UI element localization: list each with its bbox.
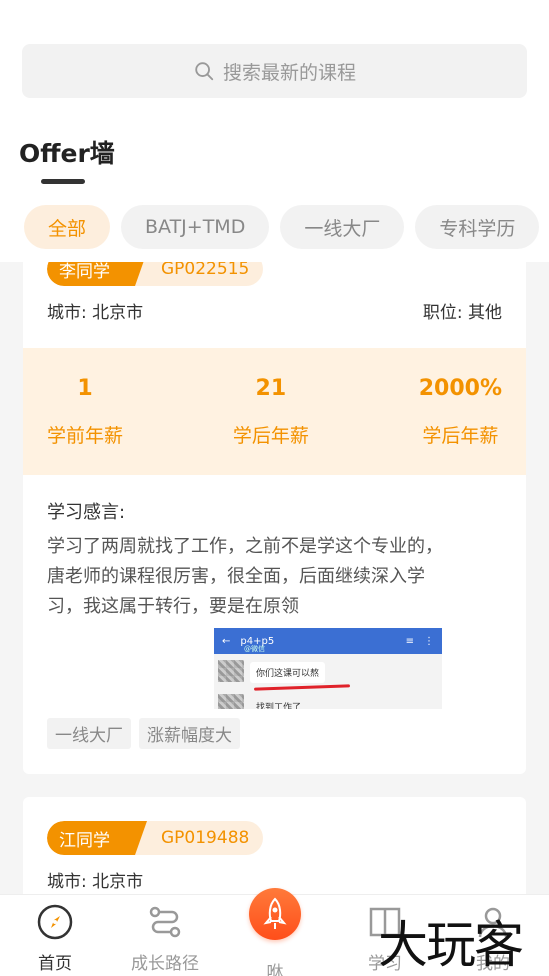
avatar [218,694,244,709]
filter-chips: 全部 BATJ+TMD 一线大厂 专科学历 [24,205,540,249]
chat-bubble: 找到工作了 [256,703,302,709]
tab-label: 咻 [266,963,284,976]
impression-title: 学习感言: [47,502,126,523]
salary-stats: 1 学前年薪 21 学后年薪 2000% 学后年薪 [23,348,526,475]
stat-increase: 2000% 学后年薪 [419,348,502,475]
search-icon [195,62,214,81]
stat-label: 学后年薪 [422,424,499,447]
tag: 涨薪幅度大 [139,718,240,749]
stat-value: 21 [255,375,287,401]
stat-label: 学前年薪 [47,424,124,447]
more-icon: ⋮ [424,635,434,647]
student-tag: 李同学 GP022515 [47,262,263,286]
card-tags: 一线大厂 涨薪幅度大 [47,718,240,749]
stat-after: 21 学后年薪 [233,348,309,475]
impression-text: 学习了两周就找了工作，之前不是学这个专业的，唐老师的课程很厉害，很全面，后面继续… [47,536,443,617]
meta-row: 城市: 北京市 职位: 其他 [47,298,502,323]
back-arrow-icon: ← [222,635,231,647]
chat-subtitle: @微信 [244,645,265,653]
city-text: 城市: 北京市 [47,303,144,323]
stat-label: 学后年薪 [232,424,309,447]
tag: 一线大厂 [47,718,131,749]
stat-value: 2000% [418,375,502,401]
list-icon: ≡ [405,635,414,647]
student-code: GP019488 [161,828,250,848]
filter-chip-all[interactable]: 全部 [24,205,111,249]
tab-growth-path[interactable]: 成长路径 [115,903,215,974]
city-text: 城市: 北京市 [47,872,144,892]
tab-home[interactable]: 首页 [5,903,105,974]
rocket-button[interactable] [249,888,301,940]
student-code: GP022515 [161,262,250,279]
page-title: Offer墙 [19,139,115,168]
student-name: 李同学 [47,262,147,286]
offer-card[interactable]: 江同学 GP019488 城市: 北京市 [23,797,526,894]
avatar [218,660,244,682]
search-placeholder: 搜索最新的课程 [222,61,356,84]
filter-chip-batj[interactable]: BATJ+TMD [121,205,270,249]
search-input[interactable]: 搜索最新的课程 [22,44,527,98]
chat-screenshot-image[interactable]: ← p4+p5 ≡ ⋮ @微信 你们这课可以熬 找到工作了 [214,628,442,709]
filter-chip-college[interactable]: 专科学历 [415,205,540,249]
highlight-underline [253,684,351,691]
rocket-icon [263,897,287,929]
stat-value: 1 [77,375,93,401]
path-icon [146,903,184,941]
filter-chip-top-tier[interactable]: 一线大厂 [280,205,405,249]
tab-label: 首页 [38,954,72,974]
offer-card[interactable]: 李同学 GP022515 城市: 北京市 职位: 其他 1 学前年薪 21 学后… [23,262,526,774]
offer-list[interactable]: 李同学 GP022515 城市: 北京市 职位: 其他 1 学前年薪 21 学后… [0,262,549,894]
student-name: 江同学 [47,821,147,855]
student-tag: 江同学 GP019488 [47,821,263,855]
position-text: 职位: 其他 [422,303,502,323]
chat-bubble: 你们这课可以熬 [250,662,326,683]
title-underline [41,179,85,184]
stat-before: 1 学前年薪 [47,348,123,475]
watermark-logo: 大玩客 [378,916,524,974]
tab-label: 成长路径 [131,954,199,974]
compass-icon [36,903,74,941]
